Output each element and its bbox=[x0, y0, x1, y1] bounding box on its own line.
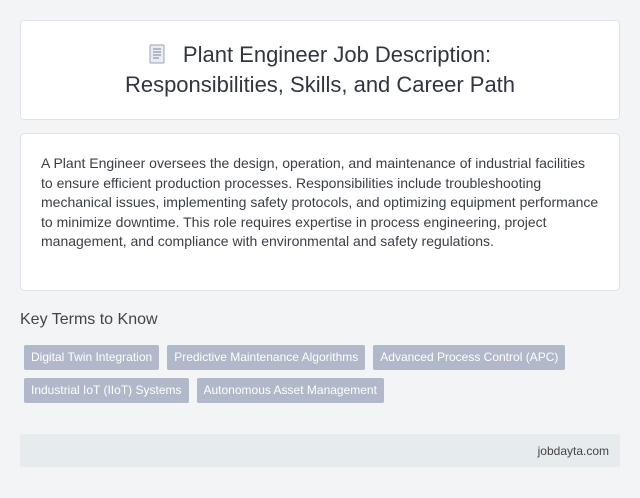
key-terms-tags: Digital Twin Integration Predictive Main… bbox=[20, 343, 620, 409]
description-card: A Plant Engineer oversees the design, op… bbox=[20, 133, 620, 291]
tag-industrial-iot[interactable]: Industrial IoT (IIoT) Systems bbox=[24, 378, 189, 403]
tag-digital-twin[interactable]: Digital Twin Integration bbox=[24, 345, 160, 370]
document-icon bbox=[149, 44, 165, 64]
page-title: Plant Engineer Job Description: bbox=[149, 40, 491, 70]
title-line-1: Plant Engineer Job Description: bbox=[182, 42, 492, 67]
footer: jobdayta.com bbox=[20, 434, 620, 467]
page: Plant Engineer Job Description: Responsi… bbox=[0, 0, 640, 498]
tag-predictive-maintenance[interactable]: Predictive Maintenance Algorithms bbox=[167, 345, 366, 370]
footer-site-link[interactable]: jobdayta.com bbox=[538, 444, 609, 458]
title-line-2: Responsibilities, Skills, and Career Pat… bbox=[124, 72, 516, 97]
title-card: Plant Engineer Job Description: Responsi… bbox=[20, 20, 620, 120]
tag-autonomous-asset-management[interactable]: Autonomous Asset Management bbox=[196, 378, 384, 403]
tag-advanced-process-control[interactable]: Advanced Process Control (APC) bbox=[373, 345, 566, 370]
key-terms-heading: Key Terms to Know bbox=[20, 311, 158, 328]
description-text: A Plant Engineer oversees the design, op… bbox=[41, 155, 599, 249]
